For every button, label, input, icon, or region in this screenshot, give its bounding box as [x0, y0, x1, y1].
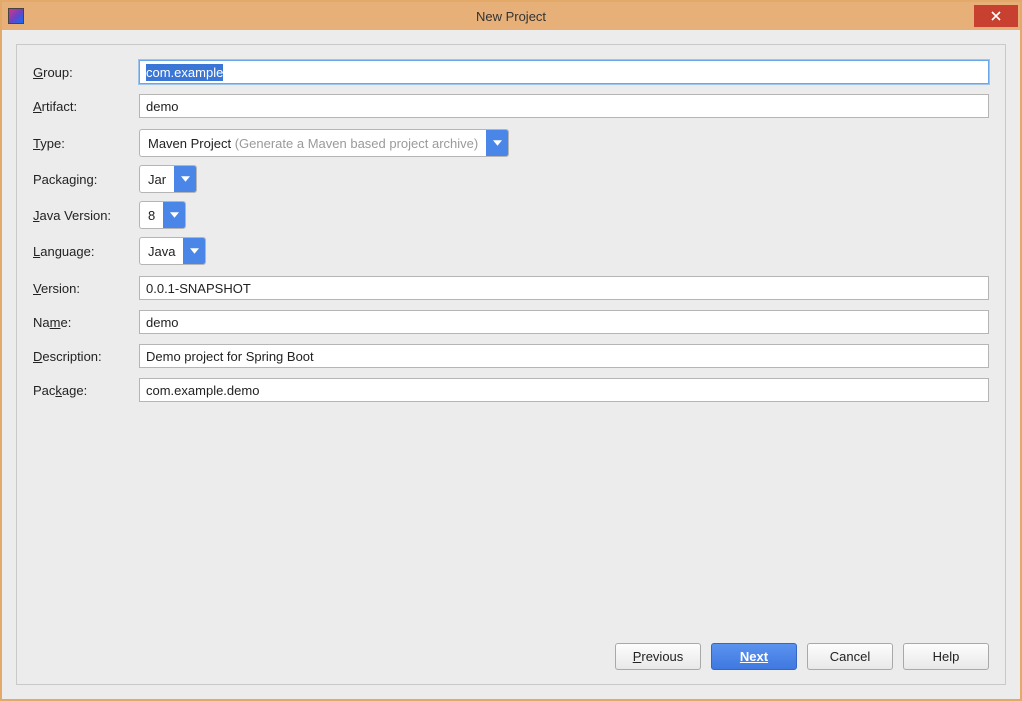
group-input-value: com.example [146, 64, 223, 81]
package-label: Package: [33, 383, 139, 398]
artifact-label: Artifact: [33, 99, 139, 114]
packaging-label: Packaging: [33, 172, 139, 187]
type-label: Type: [33, 136, 139, 151]
content: Group: com.example Artifact: Type: Maven… [2, 30, 1020, 699]
type-hint: (Generate a Maven based project archive) [235, 136, 479, 151]
packaging-dropdown-button[interactable] [174, 166, 196, 192]
new-project-window: New Project Group: com.example Artifact: [0, 0, 1022, 701]
titlebar[interactable]: New Project [2, 2, 1020, 30]
help-button[interactable]: Help [903, 643, 989, 670]
java-version-label: Java Version: [33, 208, 139, 223]
version-input[interactable] [139, 276, 989, 300]
type-value: Maven Project [148, 136, 231, 151]
chevron-down-icon [190, 248, 199, 254]
type-select[interactable]: Maven Project (Generate a Maven based pr… [139, 129, 509, 157]
chevron-down-icon [493, 140, 502, 146]
chevron-down-icon [170, 212, 179, 218]
language-dropdown-button[interactable] [183, 238, 205, 264]
java-version-select[interactable]: 8 [139, 201, 186, 229]
group-input[interactable]: com.example [139, 60, 989, 84]
language-label: Language: [33, 244, 139, 259]
language-value: Java [140, 244, 183, 259]
type-dropdown-button[interactable] [486, 130, 508, 156]
next-button[interactable]: Next [711, 643, 797, 670]
java-version-value: 8 [140, 208, 163, 223]
form-panel: Group: com.example Artifact: Type: Maven… [16, 44, 1006, 685]
previous-button[interactable]: Previous [615, 643, 701, 670]
close-button[interactable] [974, 5, 1018, 27]
version-label: Version: [33, 281, 139, 296]
app-icon [8, 8, 24, 24]
name-input[interactable] [139, 310, 989, 334]
package-input[interactable] [139, 378, 989, 402]
name-label: Name: [33, 315, 139, 330]
window-title: New Project [2, 9, 1020, 24]
language-select[interactable]: Java [139, 237, 206, 265]
packaging-value: Jar [140, 172, 174, 187]
description-input[interactable] [139, 344, 989, 368]
button-bar: Previous Next Cancel Help [33, 633, 989, 670]
packaging-select[interactable]: Jar [139, 165, 197, 193]
group-label: Group: [33, 65, 139, 80]
close-icon [991, 11, 1001, 21]
java-version-dropdown-button[interactable] [163, 202, 185, 228]
description-label: Description: [33, 349, 139, 364]
cancel-button[interactable]: Cancel [807, 643, 893, 670]
chevron-down-icon [181, 176, 190, 182]
artifact-input[interactable] [139, 94, 989, 118]
